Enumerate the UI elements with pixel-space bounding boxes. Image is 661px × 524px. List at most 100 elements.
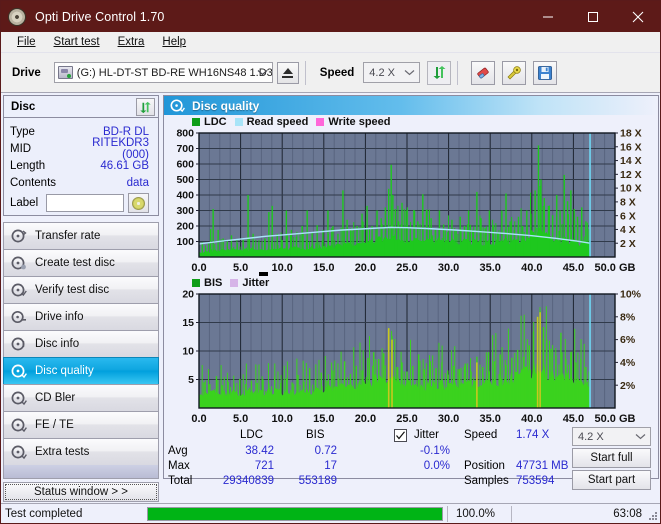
- svg-text:0.0: 0.0: [191, 262, 206, 274]
- extra-tests-icon: [11, 445, 27, 460]
- eject-icon: [282, 67, 293, 74]
- disc-write-icon: [11, 256, 26, 270]
- speed-select-value: 4.2 X: [369, 66, 395, 79]
- disc-label-button[interactable]: [128, 193, 149, 213]
- drive-info-icon: [11, 310, 26, 324]
- svg-text:40.0: 40.0: [521, 413, 542, 425]
- chevron-down-icon: [635, 428, 646, 445]
- stats-row-max: Max: [168, 460, 190, 472]
- svg-text:400: 400: [176, 190, 194, 202]
- svg-text:8%: 8%: [620, 311, 636, 323]
- samples-value: 753594: [516, 475, 555, 487]
- jitter-checkbox[interactable]: [394, 429, 407, 442]
- drive-select[interactable]: (G:) HL-DT-ST BD-RE WH16NS48 1.D3: [53, 62, 273, 83]
- sidebar-item-fe-te[interactable]: FE / TE: [3, 411, 159, 439]
- svg-text:30.0: 30.0: [438, 262, 459, 274]
- jitter-avg-value: -0.1%: [419, 445, 450, 457]
- sidebar-item-label: Drive info: [35, 311, 84, 323]
- svg-text:4%: 4%: [620, 357, 636, 369]
- speed-select[interactable]: 4.2 X: [363, 62, 421, 83]
- close-icon[interactable]: [615, 1, 660, 32]
- svg-text:14 X: 14 X: [620, 155, 642, 167]
- status-window-button[interactable]: Status window > >: [3, 482, 159, 502]
- eject-button[interactable]: [276, 61, 299, 84]
- svg-text:18 X: 18 X: [620, 129, 642, 140]
- start-part-button[interactable]: Start part: [572, 470, 651, 490]
- window-controls: [525, 1, 660, 32]
- page-title: Disc quality: [192, 98, 260, 113]
- speed-stat-value: 1.74 X: [516, 429, 550, 441]
- drive-toolbar: Drive (G:) HL-DT-ST BD-RE WH16NS48 1.D3 …: [1, 53, 660, 93]
- status-window-label: Status window > >: [34, 486, 128, 498]
- disc-label-label: Label: [10, 197, 39, 209]
- ldc-chart-legend: LDC Read speed Write speed: [164, 115, 658, 129]
- menu-start-test[interactable]: Start test: [45, 34, 109, 50]
- svg-text:45.0: 45.0: [563, 262, 584, 274]
- ldc-avg-value: 38.42: [245, 445, 274, 457]
- svg-text:15.0: 15.0: [313, 262, 334, 274]
- svg-text:5.0: 5.0: [233, 413, 248, 425]
- start-part-label: Start part: [587, 474, 636, 486]
- sidebar-item-extra-tests[interactable]: Extra tests: [3, 438, 159, 466]
- ldc-max-value: 721: [254, 460, 274, 472]
- disc-info-body: Type BD-R DL MID RITEKDR3 (000) Length 4…: [3, 118, 159, 216]
- jitter-max-value: 0.0%: [423, 460, 450, 472]
- save-button[interactable]: [533, 60, 558, 85]
- start-full-label: Start full: [590, 452, 633, 464]
- disc-icon: [8, 7, 26, 26]
- menu-help[interactable]: Help: [153, 34, 195, 50]
- maximize-icon[interactable]: [570, 1, 615, 32]
- sidebar-item-create-test-disc[interactable]: Create test disc: [3, 249, 159, 277]
- erase-button[interactable]: [471, 60, 496, 85]
- refresh-disc-button[interactable]: [136, 98, 155, 116]
- menu-extra[interactable]: Extra: [109, 34, 154, 50]
- svg-text:5.0: 5.0: [233, 262, 248, 274]
- legend-swatch-jitter: [230, 279, 239, 287]
- ldc-chart[interactable]: 100 200 300 400 500 600 700 800 2 X 4 X 6 X 8 X 10 X…: [164, 129, 658, 275]
- disc-row-contents: Contents data: [10, 174, 152, 191]
- legend-swatch-read-speed: [234, 118, 243, 126]
- svg-text:16 X: 16 X: [620, 141, 642, 153]
- sidebar-item-drive-info[interactable]: Drive info: [3, 303, 159, 331]
- status-message: Test completed: [5, 507, 83, 520]
- menu-extra-label: Extra: [117, 36, 145, 48]
- jitter-label: Jitter: [414, 429, 439, 441]
- bis-total-value: 553189: [298, 475, 337, 487]
- menu-file[interactable]: File: [8, 34, 45, 50]
- stats-row-total: Total: [168, 475, 193, 487]
- legend-label-ldc: LDC: [204, 116, 227, 128]
- disc-verify-icon: [11, 283, 27, 297]
- progress-fill: [148, 507, 442, 520]
- svg-text:10.0: 10.0: [271, 413, 292, 425]
- disc-label-input[interactable]: [46, 194, 124, 212]
- resize-grip-icon[interactable]: [646, 509, 658, 521]
- disc-panel-title: Disc: [11, 100, 36, 113]
- legend-swatch-ldc: [192, 118, 200, 126]
- svg-text:600: 600: [176, 159, 194, 171]
- test-speed-select[interactable]: 4.2 X: [572, 427, 651, 446]
- menu-file-label: File: [17, 36, 36, 48]
- svg-text:6%: 6%: [620, 334, 636, 346]
- disc-info-icon: [11, 337, 25, 351]
- tools-button[interactable]: [502, 60, 527, 85]
- start-full-button[interactable]: Start full: [572, 448, 651, 468]
- legend-swatch-bis: [192, 279, 200, 287]
- navigation-list: Transfer rate Create test disc Verify te…: [3, 222, 159, 479]
- sidebar-item-transfer-rate[interactable]: Transfer rate: [3, 222, 159, 250]
- refresh-drive-button[interactable]: [427, 60, 452, 85]
- svg-text:20: 20: [182, 290, 194, 301]
- sidebar-item-verify-test-disc[interactable]: Verify test disc: [3, 276, 159, 304]
- sidebar-item-cd-bler[interactable]: CD Bler: [3, 384, 159, 412]
- application-window: Opti Drive Control 1.70 File Start test …: [0, 0, 661, 524]
- sidebar-item-label: Disc info: [35, 338, 80, 350]
- disc-icon: [132, 196, 145, 210]
- svg-text:6 X: 6 X: [620, 210, 636, 222]
- chevron-down-icon: [257, 63, 268, 82]
- stats-row-avg: Avg: [168, 445, 188, 457]
- bis-chart[interactable]: 5 10 15 20 2% 4% 6% 8% 10% 0.0 5.0 10.0 15.0 20.0 25.0…: [164, 290, 658, 426]
- bis-max-value: 17: [324, 460, 337, 472]
- sidebar-item-disc-quality[interactable]: Disc quality: [3, 357, 159, 385]
- stats-header-bis: BIS: [306, 429, 325, 441]
- minimize-icon[interactable]: [525, 1, 570, 32]
- sidebar-item-disc-info[interactable]: Disc info: [3, 330, 159, 358]
